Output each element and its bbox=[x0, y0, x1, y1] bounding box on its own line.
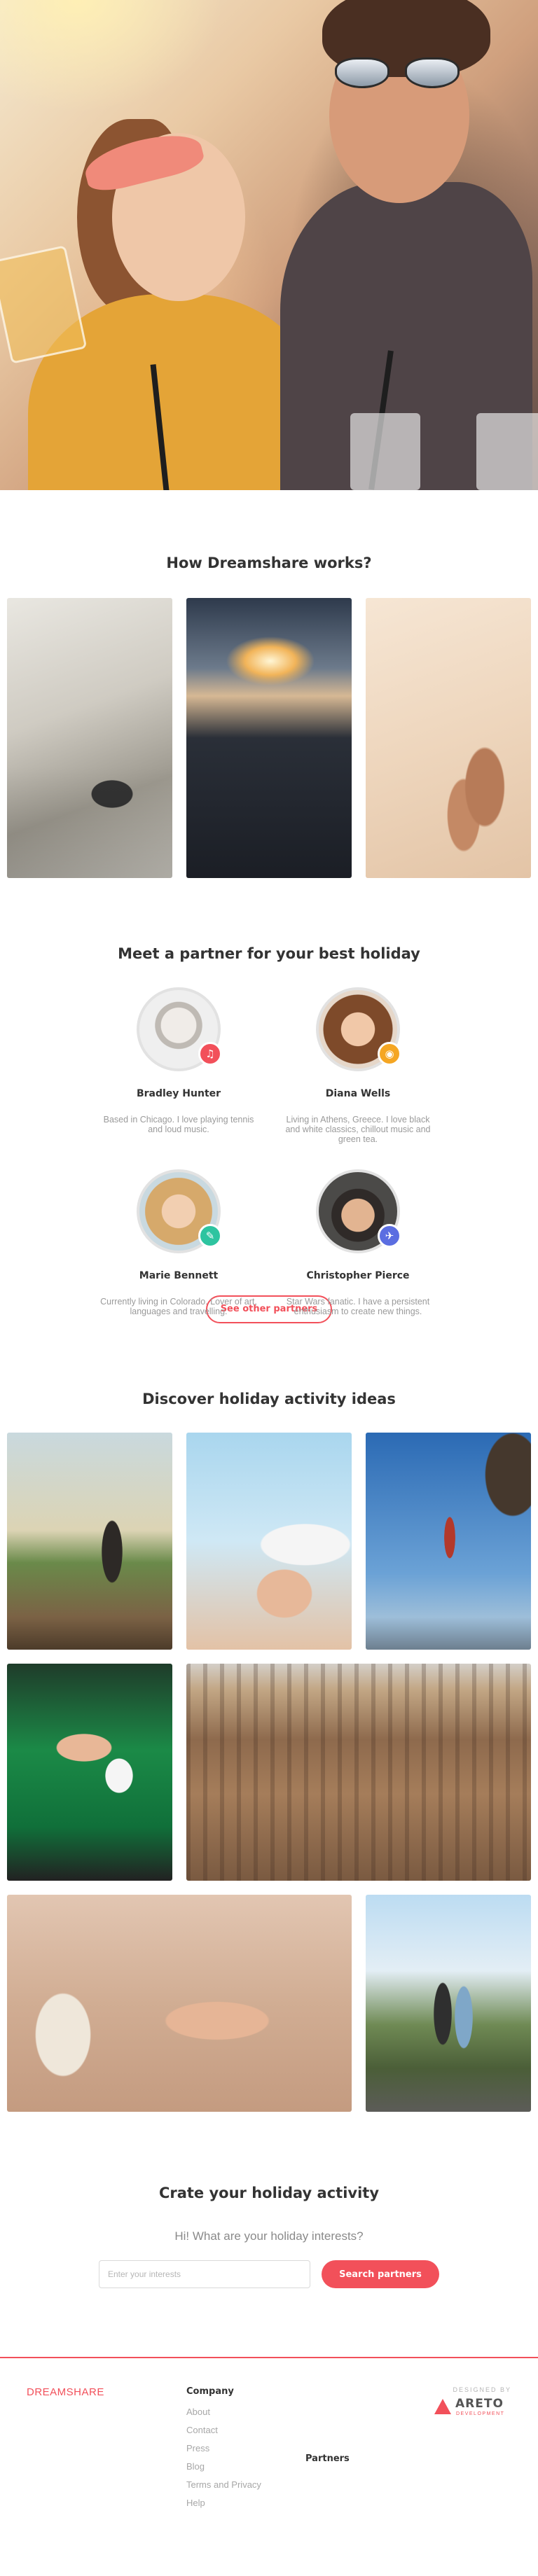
poker-photo[interactable] bbox=[7, 1664, 172, 1881]
drink-glass bbox=[0, 245, 88, 364]
partner-name[interactable]: Christopher Pierce bbox=[277, 1270, 439, 1281]
activity-grid bbox=[0, 1433, 538, 2143]
spa-photo[interactable] bbox=[7, 1895, 352, 2112]
brush-icon: ✎ bbox=[198, 1224, 222, 1248]
areto-subtitle: DEVELOPMENT bbox=[456, 2411, 505, 2416]
camera-icon: ◉ bbox=[378, 1042, 401, 1066]
footer-partners-title: Partners bbox=[305, 2453, 350, 2464]
areto-logo-icon bbox=[434, 2399, 451, 2414]
areto-logo[interactable]: DESIGNED BY ARETO DEVELOPMENT bbox=[434, 2386, 511, 2417]
partner-card[interactable]: ♫ Bradley Hunter Based in Chicago. I lov… bbox=[98, 987, 259, 1134]
music-icon: ♫ bbox=[198, 1042, 222, 1066]
search-partners-button[interactable]: Search partners bbox=[322, 2260, 439, 2288]
create-activity-title: Crate your holiday activity bbox=[158, 2185, 380, 2201]
footer-link-help[interactable]: Help bbox=[186, 2498, 261, 2516]
plane-icon: ✈ bbox=[378, 1224, 401, 1248]
driving-photo bbox=[186, 598, 352, 878]
colosseum-photo[interactable] bbox=[186, 1664, 531, 1881]
hiking-photo[interactable] bbox=[366, 1895, 531, 2112]
partners-section: Meet a partner for your best holiday ♫ B… bbox=[0, 878, 538, 1323]
partner-bio: Star Wars fanatic. I have a persistent e… bbox=[286, 1297, 430, 1316]
footer-link-contact[interactable]: Contact bbox=[186, 2425, 261, 2443]
beach-feet-photo bbox=[366, 598, 531, 878]
activities-title: Discover holiday activity ideas bbox=[142, 1391, 396, 1407]
interests-input[interactable] bbox=[99, 2260, 310, 2288]
partner-card[interactable]: ✈ Christopher Pierce Star Wars fanatic. … bbox=[277, 1169, 439, 1316]
interest-search-form: Search partners bbox=[0, 2260, 538, 2288]
partner-grid: ♫ Bradley Hunter Based in Chicago. I lov… bbox=[0, 987, 538, 1316]
how-it-works-title: How Dreamshare works? bbox=[166, 555, 372, 571]
partner-bio: Based in Chicago. I love playing tennis … bbox=[103, 1115, 254, 1134]
climbing-photo[interactable] bbox=[366, 1433, 531, 1650]
partners-title: Meet a partner for your best holiday bbox=[118, 945, 420, 962]
footer-link-terms[interactable]: Terms and Privacy bbox=[186, 2479, 261, 2498]
partner-name[interactable]: Diana Wells bbox=[277, 1088, 439, 1099]
partner-bio: Living in Athens, Greece. I love black a… bbox=[285, 1115, 431, 1144]
partner-card[interactable]: ✎ Marie Bennett Currently living in Colo… bbox=[98, 1169, 259, 1316]
laptop-photo bbox=[7, 598, 172, 878]
create-activity-section: Crate your holiday activity Hi! What are… bbox=[0, 2185, 538, 2288]
partner-name[interactable]: Marie Bennett bbox=[98, 1270, 259, 1281]
footer-link-blog[interactable]: Blog bbox=[186, 2461, 261, 2479]
partner-bio: Currently living in Colorado. Lover of a… bbox=[100, 1297, 257, 1316]
how-it-works-section: How Dreamshare works? bbox=[0, 490, 538, 878]
footer: DREAMSHARE Company About Contact Press B… bbox=[0, 2357, 538, 2525]
activities-section: Discover holiday activity ideas bbox=[0, 1323, 538, 2143]
footer-link-press[interactable]: Press bbox=[186, 2443, 261, 2461]
footer-company-title: Company bbox=[186, 2386, 234, 2397]
sun-hat-photo[interactable] bbox=[186, 1433, 352, 1650]
drink-cup bbox=[476, 413, 538, 490]
areto-name: ARETO bbox=[455, 2397, 504, 2411]
partner-name[interactable]: Bradley Hunter bbox=[98, 1088, 259, 1099]
footer-brand[interactable]: DREAMSHARE bbox=[27, 2386, 104, 2398]
drink-cup bbox=[350, 413, 420, 490]
footer-partners-column: Partners bbox=[305, 2386, 350, 2464]
partner-card[interactable]: ◉ Diana Wells Living in Athens, Greece. … bbox=[277, 987, 439, 1144]
create-activity-subtitle: Hi! What are your holiday interests? bbox=[174, 2229, 364, 2243]
designed-by-label: DESIGNED BY bbox=[453, 2386, 511, 2393]
sunglasses bbox=[335, 57, 461, 90]
how-it-works-photos bbox=[0, 598, 538, 878]
running-photo[interactable] bbox=[7, 1433, 172, 1650]
footer-company-column: Company About Contact Press Blog Terms a… bbox=[186, 2386, 261, 2516]
footer-link-about[interactable]: About bbox=[186, 2407, 261, 2425]
hero-image bbox=[0, 0, 538, 490]
